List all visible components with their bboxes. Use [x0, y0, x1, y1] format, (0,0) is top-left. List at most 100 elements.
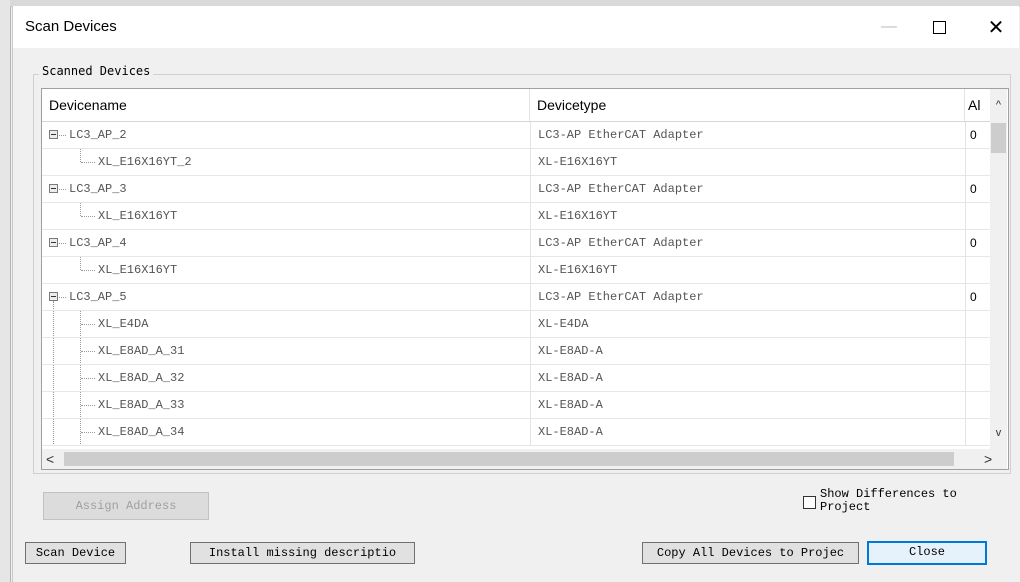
- table-row[interactable]: XL_E16X16YT XL-E16X16YT: [42, 257, 990, 284]
- devicetype-cell: XL-E8AD-A: [530, 338, 965, 364]
- show-differences-option[interactable]: Show Differences to Project: [803, 488, 1003, 518]
- devicename-cell: XL_E16X16YT_2: [42, 149, 530, 175]
- tree-connector: [53, 338, 54, 364]
- table-row[interactable]: XL_E8AD_A_32 XL-E8AD-A: [42, 365, 990, 392]
- device-name: XL_E16X16YT_2: [98, 155, 192, 169]
- device-name: LC3_AP_4: [69, 236, 127, 250]
- devicename-cell: LC3_AP_2: [42, 122, 530, 148]
- device-name: XL_E8AD_A_31: [98, 344, 185, 358]
- table-row[interactable]: XL_E8AD_A_31 XL-E8AD-A: [42, 338, 990, 365]
- collapse-icon[interactable]: [49, 292, 58, 301]
- minimize-button[interactable]: —: [866, 6, 912, 48]
- devicetype-cell: XL-E8AD-A: [530, 365, 965, 391]
- tree-connector: [53, 365, 54, 391]
- minimize-icon: —: [881, 18, 897, 35]
- devicetype-cell: LC3-AP EtherCAT Adapter: [530, 284, 965, 310]
- devicename-cell: LC3_AP_3: [42, 176, 530, 202]
- tree-connector: [81, 324, 95, 325]
- copy-all-devices-button[interactable]: Copy All Devices to Projec: [642, 542, 859, 564]
- al-cell: [965, 149, 990, 175]
- collapse-icon[interactable]: [49, 238, 58, 247]
- tree-connector: [81, 162, 95, 163]
- table-row[interactable]: XL_E4DA XL-E4DA: [42, 311, 990, 338]
- show-differences-checkbox[interactable]: [803, 496, 816, 509]
- collapse-icon[interactable]: [49, 184, 58, 193]
- close-window-button[interactable]: ✕: [973, 6, 1019, 48]
- table-row[interactable]: LC3_AP_3 LC3-AP EtherCAT Adapter 0: [42, 176, 990, 203]
- al-cell: [965, 203, 990, 229]
- al-cell: [965, 311, 990, 337]
- tree-connector: [81, 216, 95, 217]
- window-title: Scan Devices: [25, 18, 117, 35]
- scroll-right-icon[interactable]: >: [984, 451, 992, 467]
- close-button[interactable]: Close: [867, 541, 987, 565]
- devicename-cell: XL_E8AD_A_32: [42, 365, 530, 391]
- collapse-icon[interactable]: [49, 130, 58, 139]
- maximize-button[interactable]: [916, 6, 962, 48]
- devicename-cell: XL_E4DA: [42, 311, 530, 337]
- device-name: XL_E8AD_A_34: [98, 425, 185, 439]
- devices-tree-grid[interactable]: Devicename Devicetype Al LC3_AP_2 LC3-AP …: [41, 88, 1009, 470]
- device-name: LC3_AP_2: [69, 128, 127, 142]
- devicename-cell: LC3_AP_4: [42, 230, 530, 256]
- device-name: XL_E4DA: [98, 317, 149, 331]
- devicetype-cell: XL-E16X16YT: [530, 149, 965, 175]
- column-header-devicetype[interactable]: Devicetype: [530, 89, 965, 121]
- devicename-cell: XL_E8AD_A_33: [42, 392, 530, 418]
- tree-connector: [59, 135, 66, 136]
- vertical-scroll-thumb[interactable]: [991, 123, 1006, 153]
- al-cell: [965, 365, 990, 391]
- tree-connector: [81, 351, 95, 352]
- tree-connector: [81, 378, 95, 379]
- close-icon: ✕: [987, 16, 1005, 39]
- tree-connector: [81, 432, 95, 433]
- tree-connector: [80, 149, 81, 162]
- al-cell: [965, 257, 990, 283]
- table-row[interactable]: XL_E16X16YT_2 XL-E16X16YT: [42, 149, 990, 176]
- scan-device-button[interactable]: Scan Device: [25, 542, 126, 564]
- scroll-down-icon[interactable]: v: [990, 427, 1007, 441]
- table-row[interactable]: XL_E8AD_A_33 XL-E8AD-A: [42, 392, 990, 419]
- devicetype-cell: LC3-AP EtherCAT Adapter: [530, 230, 965, 256]
- devicename-cell: XL_E16X16YT: [42, 257, 530, 283]
- scroll-left-icon[interactable]: <: [46, 451, 54, 467]
- tree-connector: [59, 297, 66, 298]
- table-row[interactable]: XL_E16X16YT XL-E16X16YT: [42, 203, 990, 230]
- devicetype-cell: XL-E16X16YT: [530, 203, 965, 229]
- device-name: XL_E8AD_A_33: [98, 398, 185, 412]
- tree-connector: [53, 311, 54, 337]
- devicetype-cell: LC3-AP EtherCAT Adapter: [530, 122, 965, 148]
- tree-connector: [53, 419, 54, 445]
- al-cell: 0: [965, 176, 990, 202]
- tree-connector: [80, 257, 81, 270]
- horizontal-scrollbar[interactable]: < >: [42, 449, 1007, 469]
- column-header-devicename[interactable]: Devicename: [42, 89, 530, 121]
- al-cell: [965, 338, 990, 364]
- grid-rows: LC3_AP_2 LC3-AP EtherCAT Adapter 0 XL_E16X1…: [42, 122, 990, 446]
- table-row[interactable]: LC3_AP_2 LC3-AP EtherCAT Adapter 0: [42, 122, 990, 149]
- tree-connector: [81, 405, 95, 406]
- scan-devices-dialog: Scan Devices — ✕ Scanned Devices Devicen…: [12, 6, 1019, 582]
- table-row[interactable]: LC3_AP_4 LC3-AP EtherCAT Adapter 0: [42, 230, 990, 257]
- assign-address-button[interactable]: Assign Address: [43, 492, 209, 520]
- devicetype-cell: XL-E4DA: [530, 311, 965, 337]
- devicetype-cell: XL-E16X16YT: [530, 257, 965, 283]
- table-row[interactable]: LC3_AP_5 LC3-AP EtherCAT Adapter 0: [42, 284, 990, 311]
- background-window-edge: [0, 0, 11, 582]
- vertical-scrollbar[interactable]: ^ v: [990, 89, 1007, 449]
- al-cell: [965, 419, 990, 445]
- tree-connector: [53, 392, 54, 418]
- devicename-cell: XL_E16X16YT: [42, 203, 530, 229]
- devicetype-cell: LC3-AP EtherCAT Adapter: [530, 176, 965, 202]
- install-missing-description-button[interactable]: Install missing descriptio: [190, 542, 415, 564]
- tree-connector: [59, 243, 66, 244]
- maximize-icon: [932, 20, 946, 34]
- horizontal-scroll-thumb[interactable]: [64, 452, 954, 466]
- devicename-cell: XL_E8AD_A_31: [42, 338, 530, 364]
- device-name: XL_E8AD_A_32: [98, 371, 185, 385]
- column-header-al[interactable]: Al: [965, 89, 990, 121]
- grid-header: Devicename Devicetype Al: [42, 89, 990, 122]
- table-row[interactable]: XL_E8AD_A_34 XL-E8AD-A: [42, 419, 990, 446]
- scroll-up-icon[interactable]: ^: [990, 99, 1007, 113]
- device-name: LC3_AP_3: [69, 182, 127, 196]
